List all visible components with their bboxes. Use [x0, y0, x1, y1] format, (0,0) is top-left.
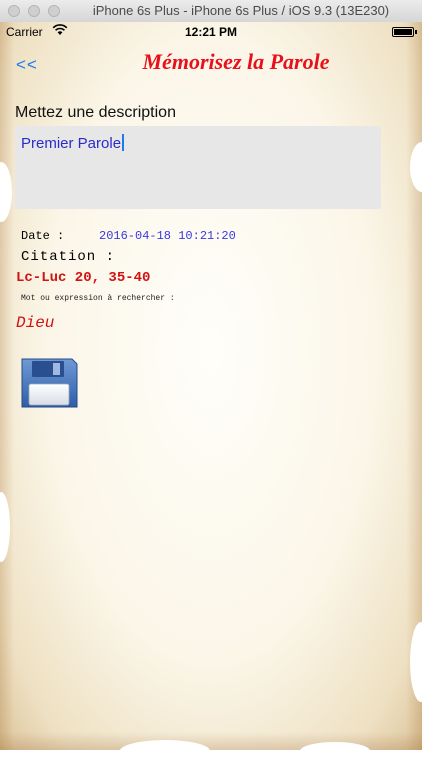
window-title: iPhone 6s Plus - iPhone 6s Plus / iOS 9.… — [92, 3, 390, 18]
description-input-value: Premier Parole — [21, 135, 122, 152]
status-bar: Carrier 12:21 PM — [0, 22, 422, 42]
search-term-value: Dieu — [16, 314, 55, 332]
date-label: Date : — [21, 229, 65, 243]
status-time: 12:21 PM — [184, 25, 238, 39]
save-button[interactable] — [20, 358, 78, 408]
simulator-title-bar: iPhone 6s Plus - iPhone 6s Plus / iOS 9.… — [0, 0, 422, 23]
window-minimize-button[interactable] — [28, 5, 40, 17]
page-title: Mémorisez la Parole — [142, 49, 330, 74]
date-value: 2016-04-18 10:21:20 — [99, 229, 236, 243]
citation-label: Citation : — [21, 249, 116, 265]
window-zoom-button[interactable] — [48, 5, 60, 17]
text-cursor — [122, 134, 125, 151]
navigation-bar: << Mémorisez la Parole — [0, 42, 422, 86]
description-input[interactable]: Premier Parole — [15, 126, 381, 209]
citation-value: Lc-Luc 20, 35-40 — [16, 270, 151, 286]
description-label: Mettez une description — [15, 104, 176, 121]
back-button[interactable]: << — [16, 55, 38, 75]
window-close-button[interactable] — [8, 5, 20, 17]
floppy-disk-icon — [21, 358, 78, 408]
battery-icon — [392, 27, 417, 37]
search-term-label: Mot ou expression à rechercher : — [21, 294, 175, 303]
